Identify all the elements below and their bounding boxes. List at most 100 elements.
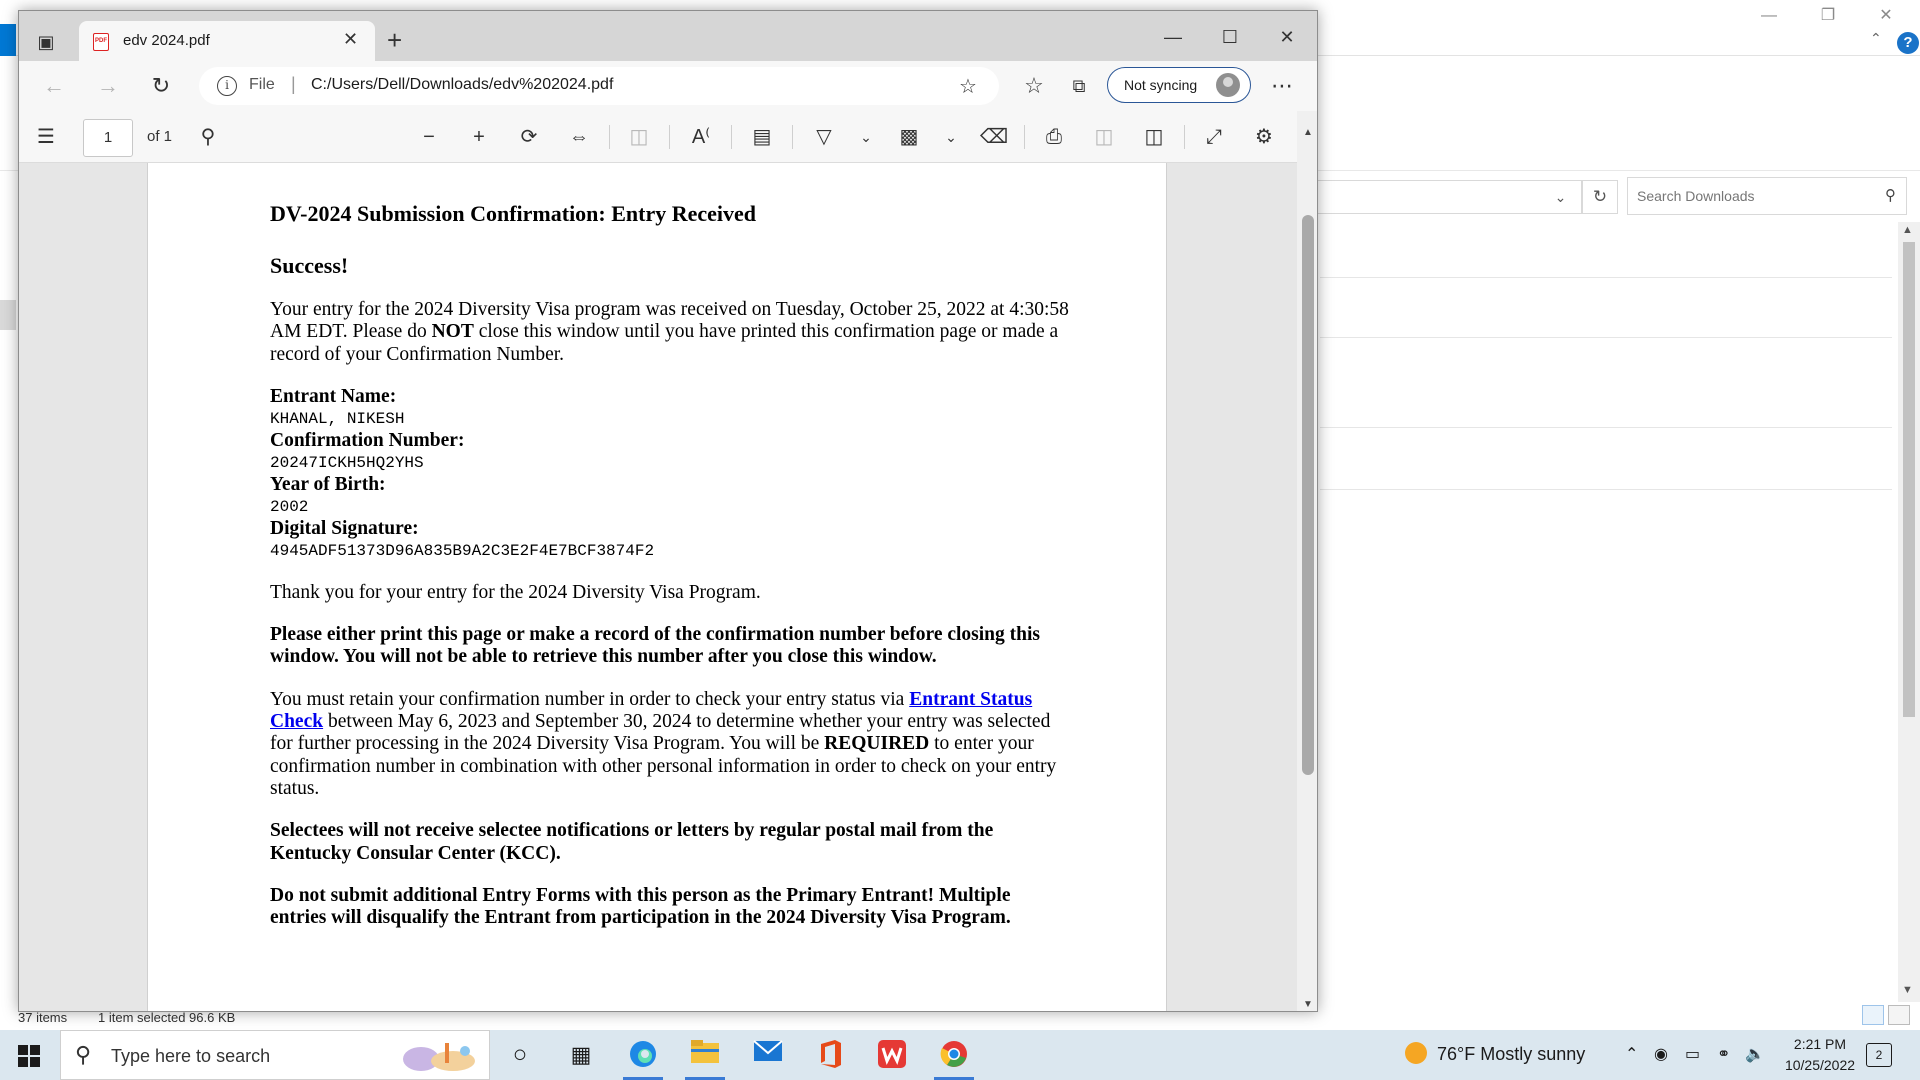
tab-pdf[interactable]: PDF edv 2024.pdf ✕ [79,21,375,61]
selectees-paragraph: Selectees will not receive selectee noti… [270,820,994,864]
sync-label: Not syncing [1124,77,1198,93]
draw-options-chevron-icon[interactable]: ⌄ [851,123,881,151]
more-options-icon[interactable]: ⋯ [1267,71,1297,101]
volume-icon[interactable]: 🔈 [1745,1044,1765,1064]
explorer-close-button[interactable]: ✕ [1863,4,1909,28]
chrome-app-icon[interactable] [937,1039,971,1071]
show-hidden-icons-chevron-icon[interactable]: ⌃ [1625,1044,1638,1064]
wps-office-app-icon[interactable] [875,1039,909,1071]
task-view-icon[interactable]: ▦ [564,1039,598,1071]
save-icon[interactable]: ◫ [1089,123,1119,151]
pdf-file-icon: PDF [93,33,109,51]
rotate-icon[interactable]: ⟳ [514,123,544,151]
explorer-refresh-icon[interactable]: ↻ [1582,180,1618,214]
explorer-search-input[interactable]: Search Downloads ⚲ [1627,177,1907,215]
large-icons-view-icon[interactable] [1888,1005,1910,1025]
address-history-chevron-icon[interactable]: ⌄ [1540,180,1582,214]
edge-app-icon[interactable] [626,1039,660,1071]
scroll-up-arrow-icon[interactable]: ▲ [1303,127,1313,138]
tab-title: edv 2024.pdf [123,32,210,49]
retain-paragraph: You must retain your confirmation number… [270,688,1057,799]
pdf-scrollbar[interactable]: ▲ ▼ [1297,111,1317,1011]
zoom-in-icon[interactable]: + [464,123,494,151]
field-label: Digital Signature: [270,517,419,539]
taskbar: ⚲ Type here to search ○ ▦ 76°F Mostly su… [0,1030,1920,1080]
system-clock[interactable]: 2:21 PM 10/25/2022 [1770,1034,1870,1076]
add-text-icon[interactable]: ▤ [747,123,777,151]
close-tab-icon[interactable]: ✕ [343,29,358,50]
field-value: 4945ADF51373D96A835B9A2C3E2F4E7BCF3874F2 [270,541,655,560]
tab-actions-icon[interactable]: ▣ [31,29,61,55]
file-row-divider [1320,489,1892,490]
windows-start-icon[interactable] [18,1045,40,1067]
explorer-download-icon [0,24,16,58]
taskbar-search-placeholder: Type here to search [111,1046,271,1066]
collections-icon[interactable]: ⧉ [1064,71,1094,101]
page-view-icon[interactable]: ◫ [624,123,654,151]
scroll-down-arrow-icon[interactable]: ▼ [1303,999,1313,1010]
file-explorer-app-icon[interactable] [688,1039,722,1071]
zoom-out-icon[interactable]: − [414,123,444,151]
pdf-viewer[interactable]: DV-2024 Submission Confirmation: Entry R… [19,163,1297,1011]
fit-to-page-icon[interactable]: ⇔ [564,123,594,151]
details-view-icon[interactable] [1862,1005,1884,1025]
explorer-scroll-thumb[interactable] [1903,242,1915,717]
office-app-icon[interactable] [813,1039,847,1071]
notification-center-icon[interactable]: 2 [1866,1043,1892,1067]
field-label: Entrant Name: [270,385,397,407]
help-icon[interactable]: ? [1897,32,1919,54]
scroll-up-arrow-icon[interactable]: ▲ [1902,224,1913,236]
highlight-options-chevron-icon[interactable]: ⌄ [936,123,966,151]
tab-strip: ▣ PDF edv 2024.pdf ✕ + — ☐ ✕ [19,11,1317,61]
new-tab-icon[interactable]: + [387,27,402,53]
clock-time: 2:21 PM [1793,1036,1847,1052]
settings-gear-icon[interactable]: ⚙ [1249,123,1279,151]
close-window-button[interactable]: ✕ [1262,23,1312,51]
battery-icon[interactable]: ▭ [1685,1044,1700,1064]
print-icon[interactable]: ⎙ [1039,123,1069,151]
search-icon: ⚲ [75,1042,92,1067]
favorites-icon[interactable]: ☆ [1019,71,1049,101]
draw-icon[interactable]: ▽ [809,123,839,151]
page-number-input[interactable]: 1 [83,119,133,157]
explorer-nav-pane-marker [0,300,16,330]
field-value: 20247ICKH5HQ2YHS [270,453,424,472]
taskbar-search-box[interactable]: ⚲ Type here to search [60,1030,490,1080]
pdf-scroll-thumb[interactable] [1302,215,1314,775]
address-url[interactable]: C:/Users/Dell/Downloads/edv%202024.pdf [311,76,613,94]
add-favorite-star-icon[interactable]: ☆ [959,74,977,99]
explorer-address-bar[interactable] [1300,180,1540,214]
meet-now-camera-icon[interactable]: ◉ [1654,1044,1668,1064]
refresh-icon[interactable]: ↻ [146,71,176,101]
address-bar[interactable]: i File | C:/Users/Dell/Downloads/edv%202… [199,67,999,105]
highlight-icon[interactable]: ▩ [894,123,924,151]
cortana-icon[interactable]: ○ [503,1039,537,1071]
explorer-restore-button[interactable]: ❐ [1805,4,1851,28]
scroll-down-arrow-icon[interactable]: ▼ [1902,984,1913,996]
find-search-icon[interactable]: ⚲ [193,123,223,151]
pdf-page: DV-2024 Submission Confirmation: Entry R… [147,163,1167,1011]
file-row-divider [1320,277,1892,278]
save-as-icon[interactable]: ◫ [1139,123,1169,151]
maximize-button[interactable]: ☐ [1205,23,1255,51]
toolbar-divider [1024,125,1025,149]
fullscreen-icon[interactable]: ⤢ [1199,123,1229,151]
eraser-icon[interactable]: ⌫ [979,123,1009,151]
document-content: DV-2024 Submission Confirmation: Entry R… [270,201,1070,949]
search-highlight-illustration-icon [403,1043,475,1071]
toolbar-divider [792,125,793,149]
mail-app-icon[interactable] [751,1039,785,1071]
weather-widget[interactable]: 76°F Mostly sunny [1405,1042,1585,1065]
info-icon[interactable]: i [217,76,237,96]
wifi-icon[interactable]: ⚭ [1717,1044,1730,1064]
minimize-button[interactable]: — [1148,23,1198,51]
back-arrow-icon[interactable]: ← [39,71,69,101]
table-of-contents-icon[interactable]: ☰ [31,123,61,151]
ribbon-collapse-chevron-icon[interactable]: ⌃ [1870,30,1882,47]
forward-arrow-icon[interactable]: → [93,71,123,101]
sync-profile-button[interactable]: Not syncing [1107,67,1251,103]
explorer-minimize-button[interactable]: — [1746,4,1792,28]
no-additional-entries-paragraph: Do not submit additional Entry Forms wit… [270,884,1011,929]
explorer-scrollbar[interactable]: ▲ ▼ [1898,222,1920,1002]
read-aloud-icon[interactable]: A⁽ [686,123,716,151]
